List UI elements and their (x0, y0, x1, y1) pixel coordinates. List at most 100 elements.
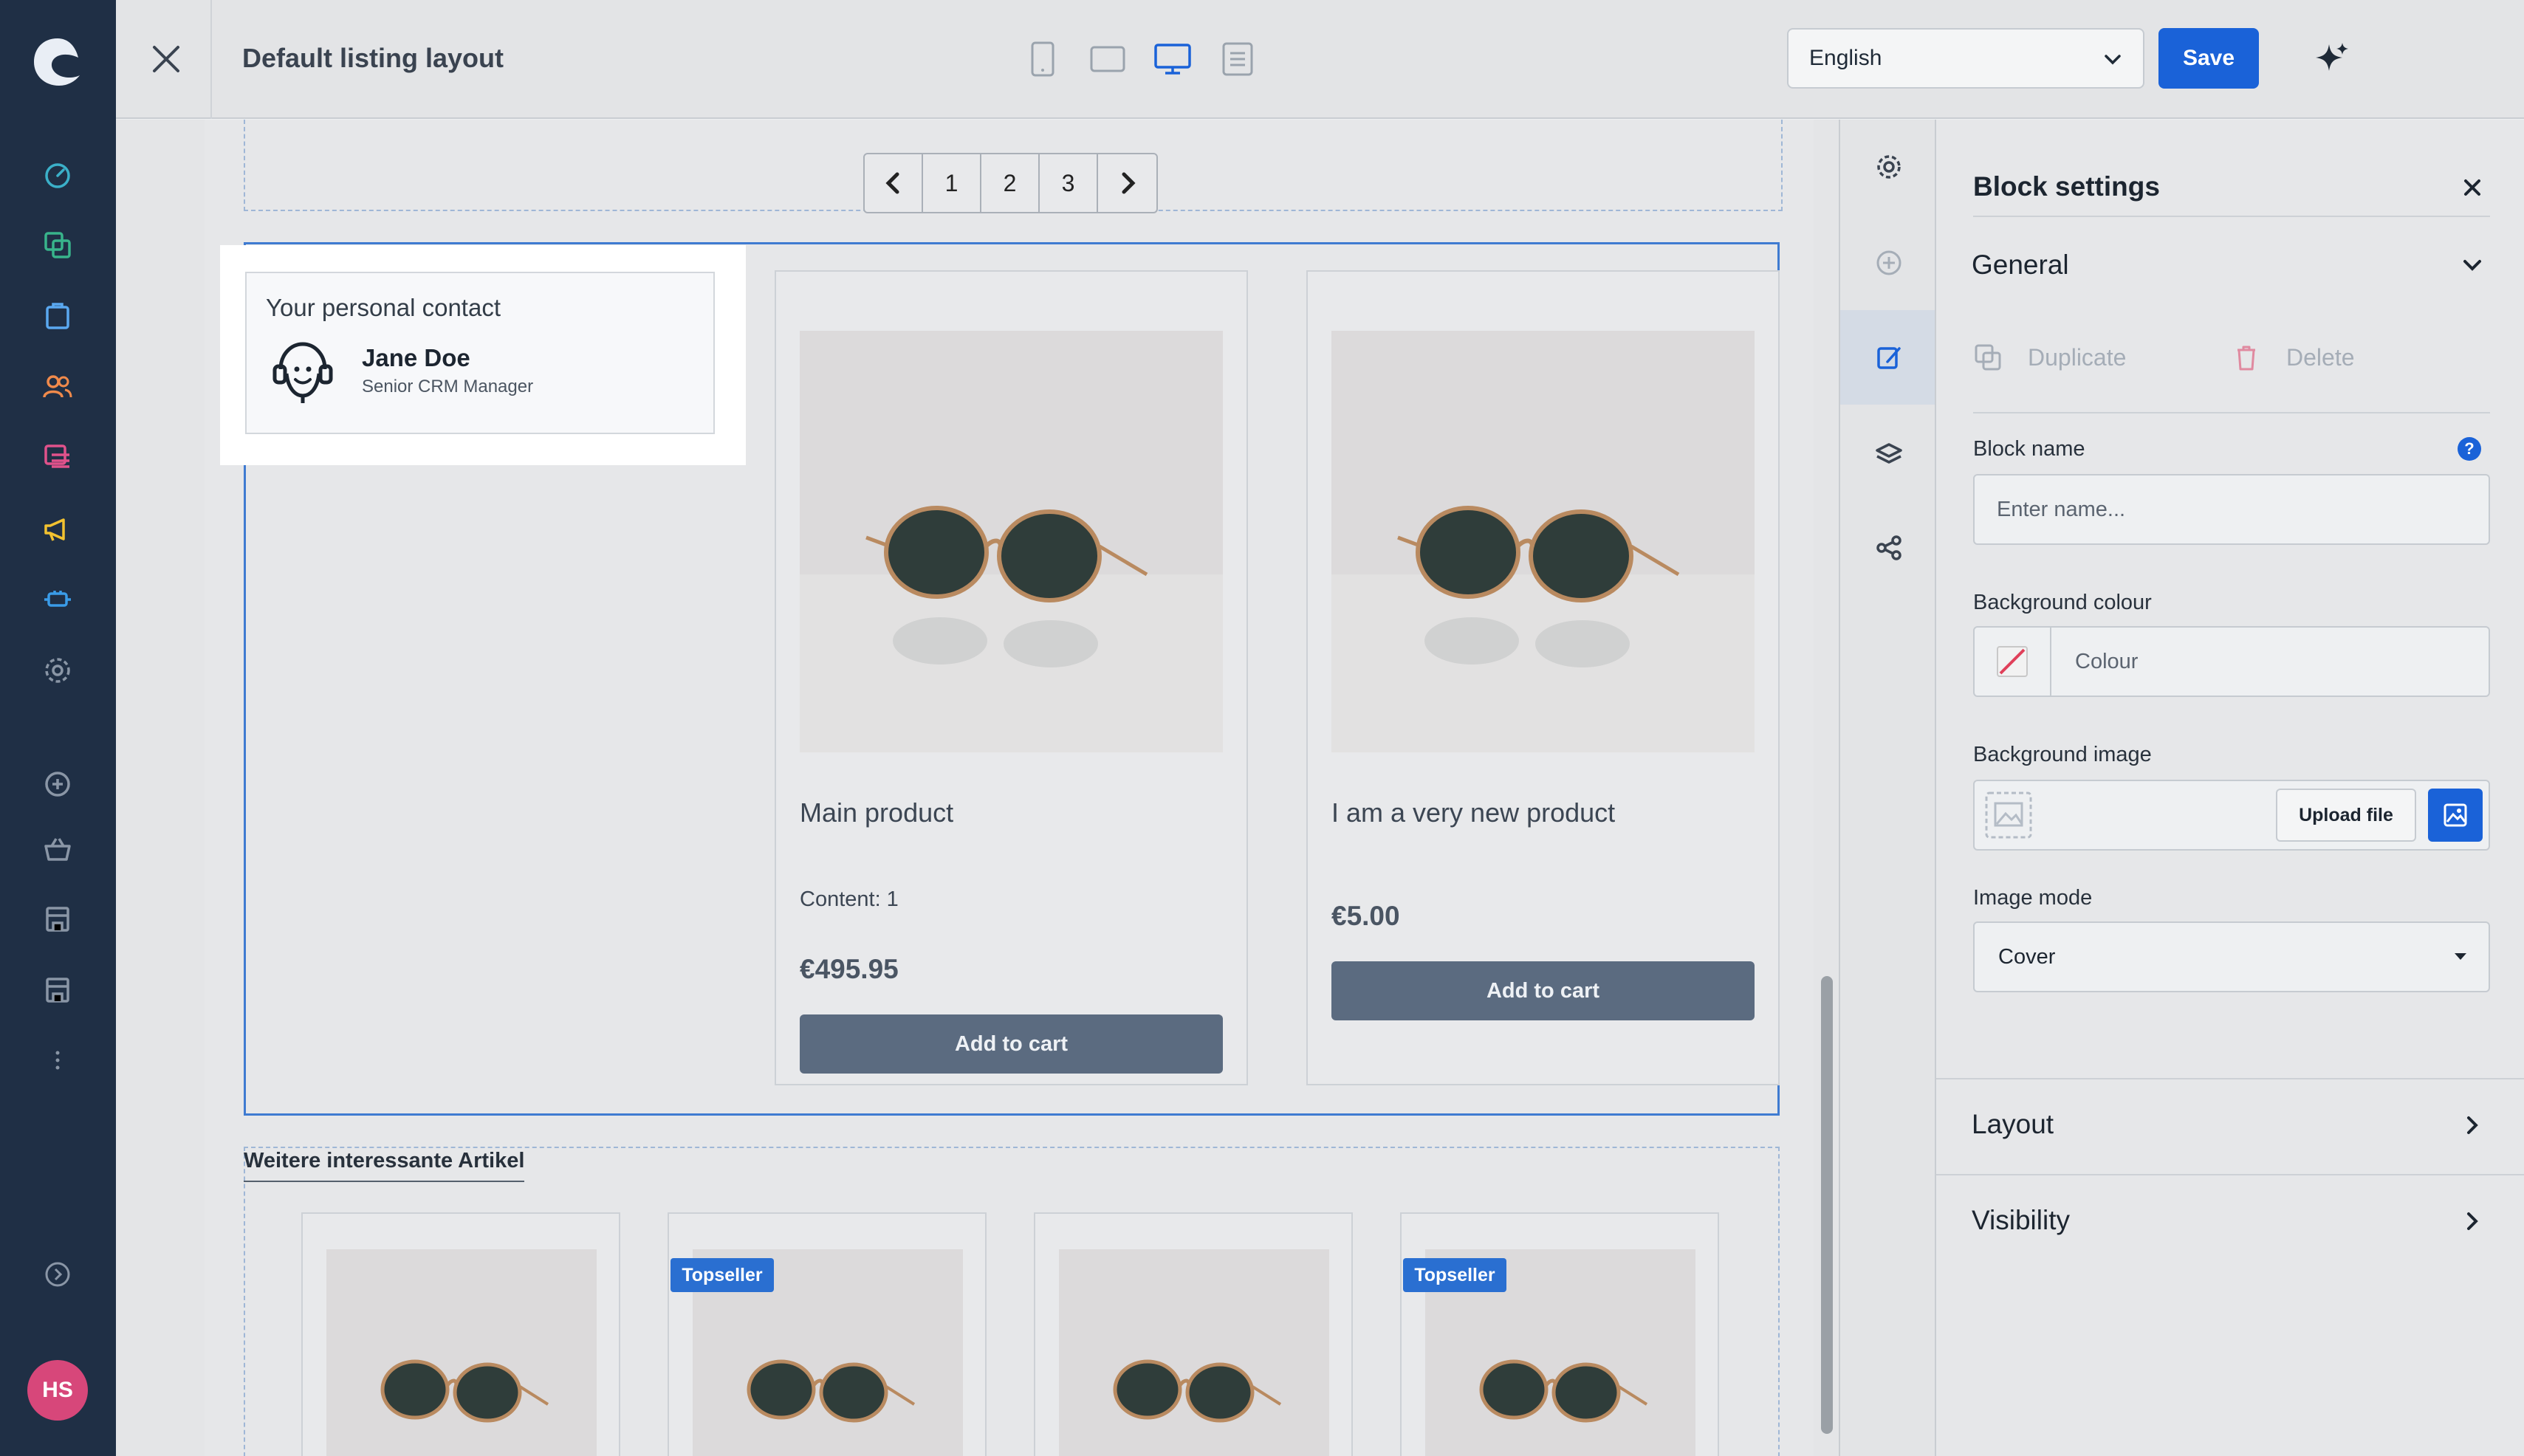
page-1-button[interactable]: 1 (923, 154, 981, 212)
cross-selling-card[interactable] (301, 1212, 620, 1456)
editor-topbar: Default listing layout English Save (116, 0, 2524, 119)
canvas-scrollbar[interactable] (1821, 976, 1833, 1434)
chevron-down-icon (2105, 55, 2121, 65)
mobile-view-icon[interactable] (1021, 38, 1065, 80)
contact-role: Senior CRM Manager (362, 377, 534, 396)
layout-section-toggle[interactable]: Layout (1972, 1109, 2054, 1140)
page-2-button[interactable]: 2 (981, 154, 1040, 212)
app-sidebar: HS (0, 0, 116, 1456)
upload-file-button[interactable]: Upload file (2276, 789, 2416, 842)
orders-icon[interactable] (38, 297, 77, 335)
prev-page-button[interactable] (865, 154, 923, 212)
chevron-right-icon[interactable] (2459, 1112, 2486, 1139)
marketing-icon[interactable] (38, 509, 77, 548)
image-placeholder-icon (1985, 791, 2032, 839)
topseller-badge: Topseller (1403, 1258, 1506, 1292)
bg-image-field[interactable]: Upload file (1973, 780, 2490, 851)
panel-title: Block settings (1973, 171, 2160, 202)
panel-divider (1936, 1174, 2524, 1175)
help-icon[interactable]: ? (2458, 437, 2481, 461)
product-image[interactable] (326, 1249, 597, 1456)
customers-icon[interactable] (38, 368, 77, 406)
image-mode-select[interactable]: Cover (1973, 921, 2490, 992)
bg-colour-label: Background colour (1973, 591, 2152, 614)
page-3-button[interactable]: 3 (1040, 154, 1098, 212)
settings-icon[interactable] (38, 651, 77, 690)
delete-label: Delete (2286, 343, 2355, 371)
colour-placeholder: Colour (2075, 649, 2139, 673)
language-select[interactable]: English (1787, 28, 2144, 89)
add-to-cart-button[interactable]: Add to cart (800, 1014, 1223, 1074)
sunglasses-image (326, 1249, 597, 1456)
block-settings-icon[interactable] (1867, 335, 1911, 380)
share-icon[interactable] (1867, 526, 1911, 570)
contact-box: Your personal contact Jane Doe Senior CR… (245, 272, 715, 434)
product-name[interactable]: Main product (800, 797, 953, 828)
cross-selling-card[interactable]: Topseller (668, 1212, 987, 1456)
desktop-view-icon[interactable] (1150, 38, 1195, 80)
image-mode-label: Image mode (1973, 886, 2093, 910)
chevron-right-icon[interactable] (2459, 1208, 2486, 1234)
block-name-placeholder: Enter name... (1997, 497, 2126, 521)
tablet-view-icon[interactable] (1086, 38, 1130, 80)
sales-channel-store-2-icon[interactable] (38, 970, 77, 1009)
page-settings-icon[interactable] (1867, 145, 1911, 189)
product-price: €5.00 (1331, 901, 1400, 931)
personal-contact-block[interactable]: Your personal contact Jane Doe Senior CR… (220, 245, 746, 465)
product-image[interactable] (1059, 1249, 1329, 1456)
duplicate-button[interactable]: Duplicate (1973, 343, 2126, 372)
block-name-label: Block name (1973, 437, 2085, 461)
next-page-button[interactable] (1098, 154, 1156, 212)
user-avatar[interactable]: HS (27, 1360, 88, 1421)
duplicate-icon (1975, 344, 2001, 371)
add-sales-channel-icon[interactable] (38, 765, 77, 803)
cross-selling-card[interactable]: Topseller (1400, 1212, 1719, 1456)
expand-nav-icon[interactable] (38, 1255, 77, 1294)
product-name[interactable]: I am a very new product (1331, 797, 1615, 828)
topbar-divider (210, 0, 212, 119)
close-panel-icon[interactable] (2456, 171, 2489, 204)
media-library-button[interactable] (2428, 789, 2483, 842)
delete-button[interactable]: Delete (2232, 343, 2355, 372)
general-section-toggle[interactable]: General (1972, 250, 2069, 281)
content-icon[interactable] (38, 439, 77, 477)
dashboard-icon[interactable] (38, 155, 77, 193)
sunglasses-image (1059, 1249, 1329, 1456)
product-image[interactable] (1331, 331, 1755, 752)
image-mode-value: Cover (1998, 944, 2056, 969)
panel-divider (1973, 216, 2490, 217)
cross-selling-title: Weitere interessante Artikel (244, 1149, 525, 1182)
support-agent-icon (272, 342, 333, 403)
layers-icon[interactable] (1867, 431, 1911, 475)
chevron-down-icon (2455, 953, 2466, 960)
more-icon[interactable] (38, 1041, 77, 1079)
product-image[interactable] (800, 331, 1223, 752)
block-name-field[interactable]: Enter name... (1973, 474, 2490, 545)
image-icon (2444, 803, 2467, 827)
visibility-section-toggle[interactable]: Visibility (1972, 1205, 2070, 1236)
panel-divider (1973, 412, 2490, 413)
product-card[interactable]: I am a very new product €5.00 Add to car… (1306, 270, 1780, 1085)
sidebar-icon-rail (1839, 120, 1936, 1456)
close-icon[interactable] (145, 38, 187, 80)
extensions-icon[interactable] (38, 580, 77, 619)
no-colour-icon (1997, 646, 2028, 677)
colour-swatch[interactable] (1975, 628, 2051, 696)
bg-image-label: Background image (1973, 743, 2152, 766)
ai-sparkle-icon[interactable] (2311, 38, 2353, 80)
contact-name: Jane Doe (362, 344, 470, 371)
sales-channel-basket-icon[interactable] (38, 830, 77, 868)
shopware-logo-icon[interactable] (31, 35, 84, 89)
catalogue-icon[interactable] (38, 226, 77, 264)
product-card[interactable]: Main product Content: 1 €495.95 Add to c… (775, 270, 1248, 1085)
add-to-cart-button[interactable]: Add to cart (1331, 961, 1755, 1020)
form-view-icon[interactable] (1215, 38, 1260, 80)
sales-channel-store-icon[interactable] (38, 899, 77, 938)
save-button[interactable]: Save (2158, 28, 2259, 89)
chevron-down-icon[interactable] (2459, 253, 2486, 279)
sunglasses-image (800, 331, 1223, 752)
add-block-icon[interactable] (1867, 241, 1911, 285)
cross-selling-card[interactable] (1034, 1212, 1353, 1456)
bg-colour-field[interactable]: Colour (1973, 626, 2490, 697)
topseller-badge: Topseller (671, 1258, 774, 1292)
